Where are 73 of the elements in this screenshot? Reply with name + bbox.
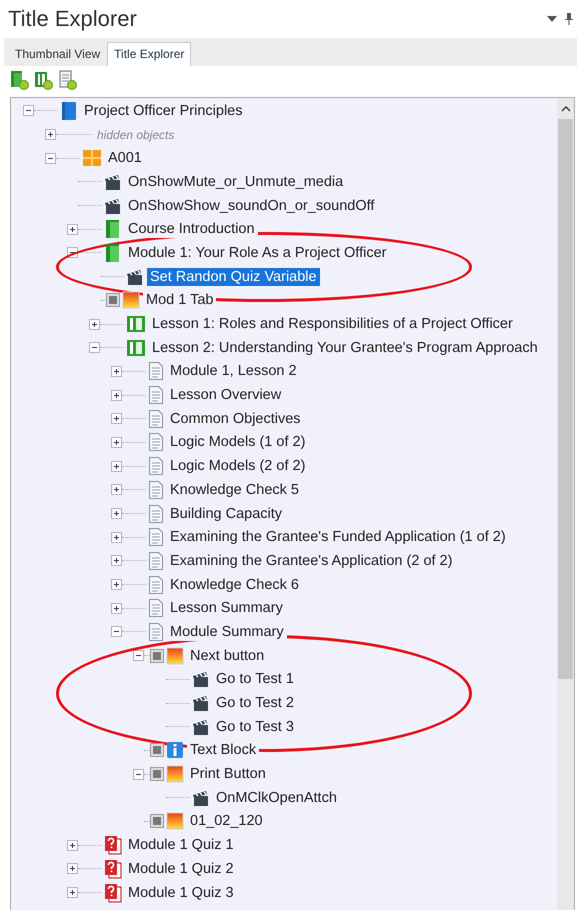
document-icon: [148, 598, 164, 618]
document-icon: [148, 574, 164, 595]
quiz-icon: [104, 858, 122, 879]
document-icon: [148, 622, 164, 642]
document-icon: [148, 432, 164, 452]
image-object-icon: [122, 291, 140, 310]
clapperboard-icon: [104, 172, 122, 191]
expander-icon[interactable]: [111, 532, 122, 543]
expander-icon[interactable]: [111, 484, 122, 496]
document-icon: [148, 361, 164, 382]
expander-icon[interactable]: [111, 436, 122, 448]
expander-icon[interactable]: [67, 840, 78, 851]
expander-icon[interactable]: [133, 650, 144, 662]
visibility-toggle-icon[interactable]: [150, 814, 164, 828]
add-chapter-icon[interactable]: [10, 70, 30, 90]
lesson-icon: [126, 315, 146, 334]
quiz-icon: [104, 835, 122, 856]
visibility-toggle-icon[interactable]: [150, 648, 164, 663]
clapperboard-icon: [126, 268, 144, 286]
visibility-toggle-icon[interactable]: [150, 743, 164, 758]
document-icon: [148, 550, 164, 571]
expander-icon[interactable]: [89, 318, 100, 330]
tab[interactable]: Title Explorer: [107, 42, 192, 66]
add-page-icon[interactable]: [58, 70, 78, 90]
lesson-icon: [126, 338, 146, 357]
quiz-icon: [104, 882, 122, 903]
expander-icon[interactable]: [23, 105, 34, 116]
visibility-toggle-icon[interactable]: [106, 293, 120, 308]
document-icon: [148, 527, 164, 548]
expander-icon[interactable]: [111, 508, 122, 520]
tab[interactable]: Thumbnail View: [8, 42, 108, 66]
expander-icon[interactable]: [133, 768, 144, 780]
scroll-up-icon[interactable]: [560, 106, 570, 112]
expander-icon[interactable]: [111, 579, 122, 590]
tree-item[interactable]: Set Randon Quiz Variable: [147, 268, 320, 286]
clapperboard-icon: [192, 694, 210, 712]
chapter-book-icon: [104, 242, 122, 263]
pin-icon[interactable]: [565, 13, 573, 25]
image-object-icon: [166, 812, 184, 830]
document-icon: [148, 385, 164, 406]
dropdown-icon[interactable]: [547, 16, 557, 22]
clapperboard-icon: [104, 196, 122, 215]
panel-title: Title Explorer: [8, 6, 138, 32]
document-icon: [148, 456, 164, 476]
info-icon: [166, 741, 184, 760]
expander-icon[interactable]: [67, 887, 78, 898]
scrollbar-thumb[interactable]: [558, 119, 573, 679]
document-icon: [148, 408, 164, 429]
clapperboard-icon: [192, 788, 210, 807]
expander-icon[interactable]: [111, 555, 122, 566]
expander-icon[interactable]: [111, 366, 122, 377]
grid-folder-icon: [82, 149, 102, 168]
expander-icon[interactable]: [111, 626, 122, 638]
expander-icon[interactable]: [111, 390, 122, 401]
clapperboard-icon: [192, 718, 210, 736]
expander-icon[interactable]: [45, 129, 56, 140]
expander-icon[interactable]: [67, 863, 78, 874]
scrollbar[interactable]: [557, 98, 574, 910]
expander-icon[interactable]: [89, 342, 100, 354]
book-icon: [60, 100, 78, 121]
document-icon: [148, 480, 164, 500]
image-object-icon: [166, 765, 184, 784]
expander-icon[interactable]: [67, 224, 78, 235]
image-object-icon: [166, 646, 184, 665]
expander-icon[interactable]: [111, 460, 122, 472]
expander-icon[interactable]: [111, 413, 122, 424]
chapter-book-icon: [104, 219, 122, 240]
clapperboard-icon: [192, 670, 210, 688]
expander-icon[interactable]: [45, 152, 56, 164]
visibility-toggle-icon[interactable]: [150, 767, 164, 782]
expander-icon[interactable]: [111, 602, 122, 614]
document-icon: [148, 504, 164, 524]
add-lesson-icon[interactable]: [34, 70, 54, 90]
